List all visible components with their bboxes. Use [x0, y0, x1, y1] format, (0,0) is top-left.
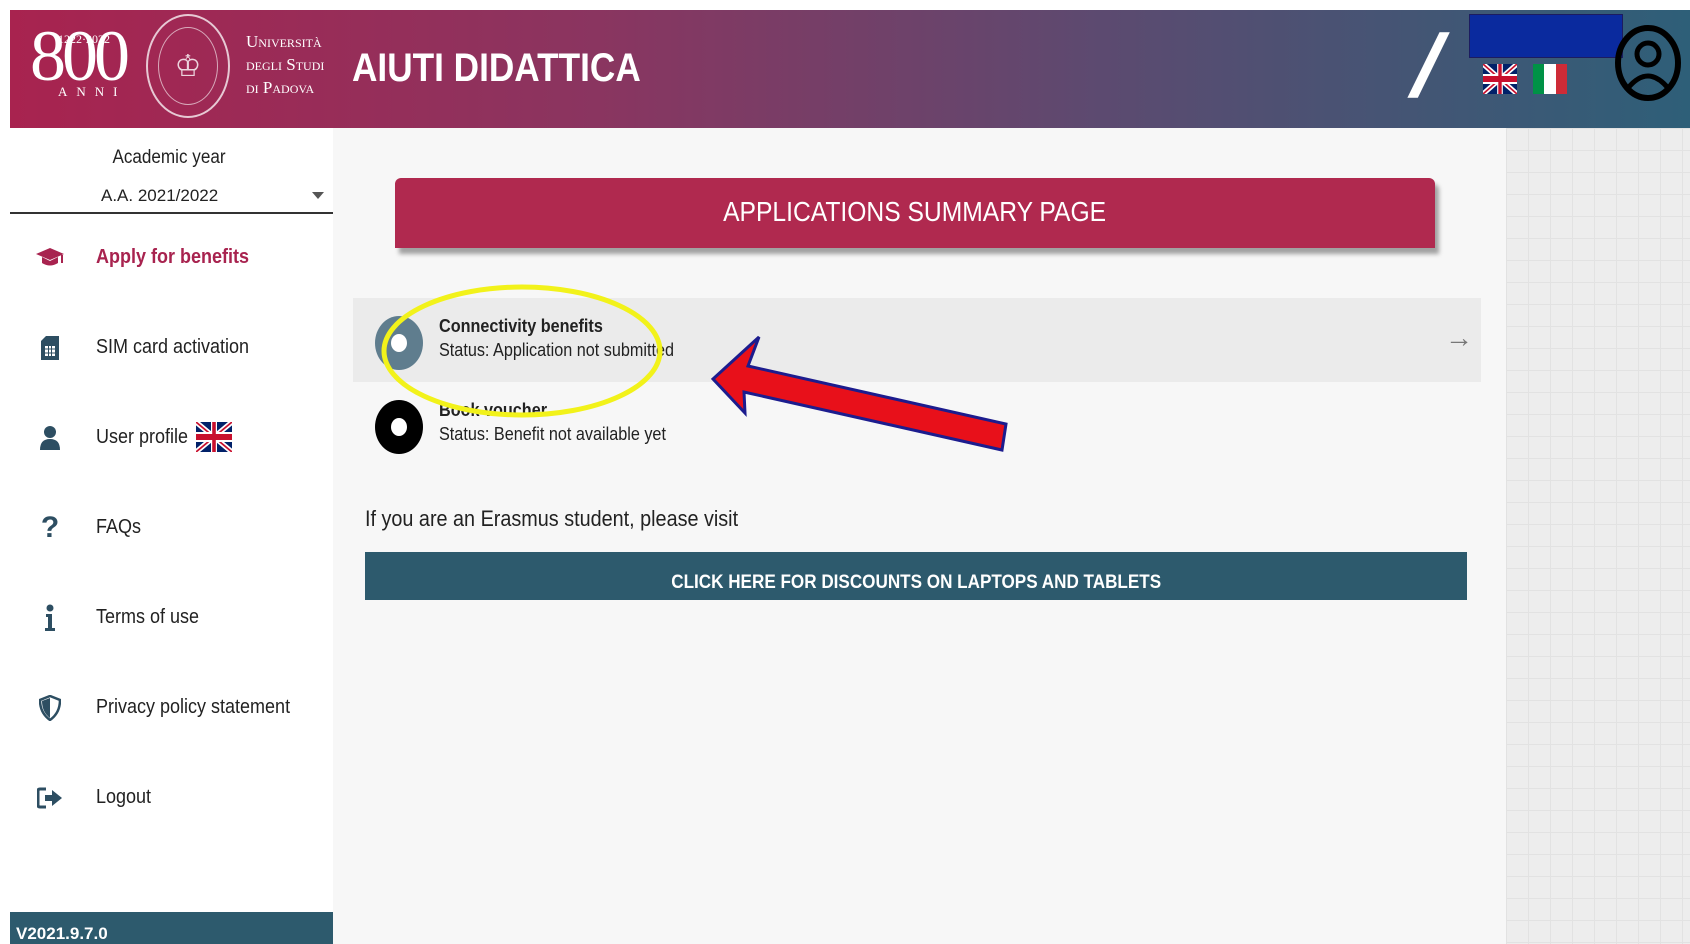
sim-card-icon	[34, 332, 66, 364]
flag-uk-icon[interactable]	[1483, 64, 1517, 94]
user-icon	[34, 422, 66, 454]
sidebar-item-privacy[interactable]: Privacy policy statement	[10, 678, 333, 738]
sidebar-item-sim-card[interactable]: SIM card activation	[10, 318, 333, 378]
flag-it-icon[interactable]	[1533, 64, 1567, 94]
flag-uk-icon	[196, 422, 232, 452]
sidebar: Academic year A.A. 2021/2022 Apply for b…	[10, 128, 333, 944]
laptop-discount-button[interactable]: CLICK HERE FOR DISCOUNTS ON LAPTOPS AND …	[365, 552, 1467, 600]
background-grid	[1506, 128, 1690, 944]
app-window: 800 1222·2022 ANNI ♔ Università degli St…	[10, 10, 1690, 944]
sidebar-item-terms[interactable]: Terms of use	[10, 588, 333, 648]
anniversary-logo: 800 1222·2022 ANNI	[30, 16, 130, 99]
version-label: V2021.9.7.0	[10, 912, 333, 944]
academic-year-label: Academic year	[112, 147, 226, 168]
chevron-down-icon	[312, 192, 324, 199]
account-icon[interactable]	[1614, 24, 1682, 102]
page-title: APPLICATIONS SUMMARY PAGE	[395, 178, 1435, 248]
academic-year-select[interactable]: A.A. 2021/2022	[10, 172, 333, 214]
benefit-item-book-voucher: Book voucher Status: Benefit not availab…	[353, 382, 1481, 466]
main-content: APPLICATIONS SUMMARY PAGE Connectivity b…	[333, 128, 1506, 944]
app-title: AIUTI DIDATTICA	[352, 46, 641, 90]
info-icon	[34, 602, 66, 634]
status-circle-icon	[375, 316, 423, 370]
header-separator: /	[1408, 16, 1444, 115]
graduation-cap-icon	[34, 242, 66, 274]
academic-year-value: A.A. 2021/2022	[101, 186, 219, 205]
sidebar-item-apply-benefits[interactable]: Apply for benefits	[10, 228, 333, 288]
logout-icon	[34, 782, 66, 814]
university-name: Università degli Studi di Padova	[246, 32, 325, 97]
benefit-item-connectivity[interactable]: Connectivity benefits Status: Applicatio…	[353, 298, 1481, 382]
status-circle-icon	[375, 400, 423, 454]
sidebar-item-faqs[interactable]: ? FAQs	[10, 498, 333, 558]
arrow-right-icon: →	[1445, 322, 1473, 353]
top-header: 800 1222·2022 ANNI ♔ Università degli St…	[10, 10, 1690, 128]
erasmus-text: If you are an Erasmus student, please vi…	[365, 506, 739, 531]
question-icon: ?	[40, 511, 60, 544]
sidebar-item-user-profile[interactable]: User profile	[10, 408, 333, 468]
sidebar-item-logout[interactable]: Logout	[10, 768, 333, 828]
shield-icon	[34, 692, 66, 724]
university-seal-icon: ♔	[146, 14, 230, 118]
redacted-user-box	[1469, 14, 1623, 58]
